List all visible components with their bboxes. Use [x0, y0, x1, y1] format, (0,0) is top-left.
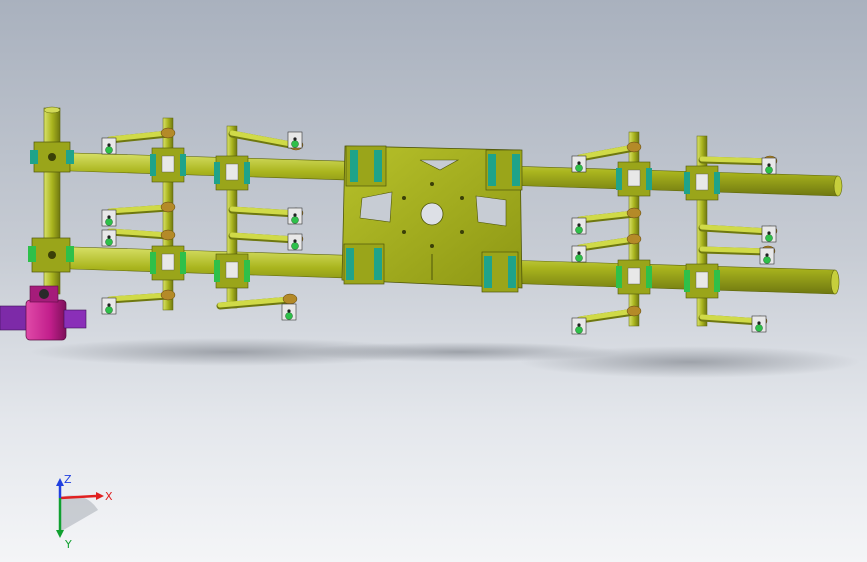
arm-bar — [699, 156, 773, 164]
clamp-pad — [684, 172, 690, 194]
finger-column-1[interactable] — [150, 117, 186, 311]
arm-pivot — [626, 207, 642, 219]
arm-pivot — [160, 229, 176, 241]
end-hole — [107, 215, 111, 219]
end-bolt — [575, 326, 583, 334]
end-hole — [107, 235, 111, 239]
end-hole — [765, 253, 769, 257]
end-hole — [107, 303, 111, 307]
x-axis-label: X — [105, 490, 113, 503]
finger-rod — [628, 131, 640, 327]
clamp-pad — [180, 252, 186, 274]
triad-plane — [60, 495, 98, 532]
clamp-bracket — [695, 173, 709, 191]
end-bolt — [765, 234, 773, 242]
arm-pivot — [626, 141, 642, 153]
clamp-pad — [180, 154, 186, 176]
finger-column-2[interactable] — [214, 125, 250, 309]
end-hole — [293, 213, 297, 217]
plate-clamp-top-left[interactable] — [345, 145, 387, 187]
clamp-pad — [150, 154, 156, 176]
y-axis-label: Y — [64, 538, 72, 550]
finger-column-3[interactable] — [616, 131, 652, 327]
end-bolt — [291, 216, 299, 224]
clamp-pad — [616, 168, 622, 190]
center-mounting-plate[interactable] — [341, 145, 523, 293]
clamp-bracket — [161, 253, 175, 271]
finger-arm-6[interactable] — [228, 206, 304, 225]
3d-viewport[interactable]: X Y Z — [0, 0, 867, 562]
clamp-bracket — [695, 271, 709, 289]
finger-arm-5[interactable] — [228, 130, 304, 151]
ground-shadow — [30, 338, 860, 378]
end-bolt — [105, 218, 113, 226]
end-hole — [577, 223, 581, 227]
clamp-pad — [646, 266, 652, 288]
end-bolt — [765, 166, 773, 174]
end-hole — [577, 161, 581, 165]
left-end-clamp-upper[interactable] — [30, 141, 74, 173]
end-hole — [757, 321, 761, 325]
x-axis-head — [96, 492, 104, 500]
end-bolt — [291, 140, 299, 148]
arm-bar — [699, 246, 771, 254]
clamp-pad — [244, 260, 250, 282]
end-bolt — [763, 256, 771, 264]
plate-clamp-bottom-right[interactable] — [481, 251, 519, 293]
finger-arm-7[interactable] — [228, 232, 304, 251]
end-hole — [577, 323, 581, 327]
clamp-pad — [714, 172, 720, 194]
end-bolt — [105, 238, 113, 246]
z-axis-head — [56, 478, 64, 486]
end-bolt — [105, 146, 113, 154]
plate-clamp-top-right[interactable] — [485, 149, 523, 191]
end-hole — [287, 309, 291, 313]
clamp-pad — [150, 252, 156, 274]
clamp-bracket — [225, 163, 239, 181]
arm-pivot — [282, 293, 298, 305]
end-bolt — [291, 242, 299, 250]
end-hole — [293, 137, 297, 141]
arm-pivot — [160, 127, 176, 139]
finger-rod — [162, 117, 174, 311]
end-bolt — [575, 164, 583, 172]
finger-arm-15[interactable] — [698, 245, 776, 265]
clamp-pad — [244, 162, 250, 184]
assembly-model[interactable] — [0, 0, 867, 562]
end-bolt — [575, 226, 583, 234]
clamp-bracket — [627, 169, 641, 187]
clamp-pad — [646, 168, 652, 190]
finger-arm-14[interactable] — [698, 224, 778, 243]
end-hole — [577, 251, 581, 255]
y-axis-head — [56, 530, 64, 538]
end-bolt — [755, 324, 763, 332]
end-bolt — [575, 254, 583, 262]
clamp-pad — [714, 270, 720, 292]
axis-triad[interactable]: X Y Z — [40, 470, 120, 550]
end-hole — [107, 143, 111, 147]
left-end-clamp-lower[interactable] — [28, 237, 74, 273]
arm-pivot — [160, 289, 176, 301]
clamp-pad — [214, 162, 220, 184]
clamp-bracket — [225, 261, 239, 279]
arm-pivot — [626, 233, 642, 245]
finger-arm-16[interactable] — [698, 314, 768, 333]
end-hole — [767, 231, 771, 235]
arm-pivot — [626, 305, 642, 317]
end-bolt — [105, 306, 113, 314]
plate-clamp-bottom-left[interactable] — [343, 243, 385, 285]
clamp-pad — [684, 270, 690, 292]
magenta-fitting[interactable] — [0, 285, 87, 341]
end-bolt — [285, 312, 293, 320]
clamp-pad — [214, 260, 220, 282]
end-hole — [293, 239, 297, 243]
clamp-bracket — [627, 267, 641, 285]
clamp-bracket — [161, 155, 175, 173]
end-hole — [767, 163, 771, 167]
arm-pivot — [160, 201, 176, 213]
z-axis-label: Z — [64, 473, 72, 486]
clamp-pad — [616, 266, 622, 288]
